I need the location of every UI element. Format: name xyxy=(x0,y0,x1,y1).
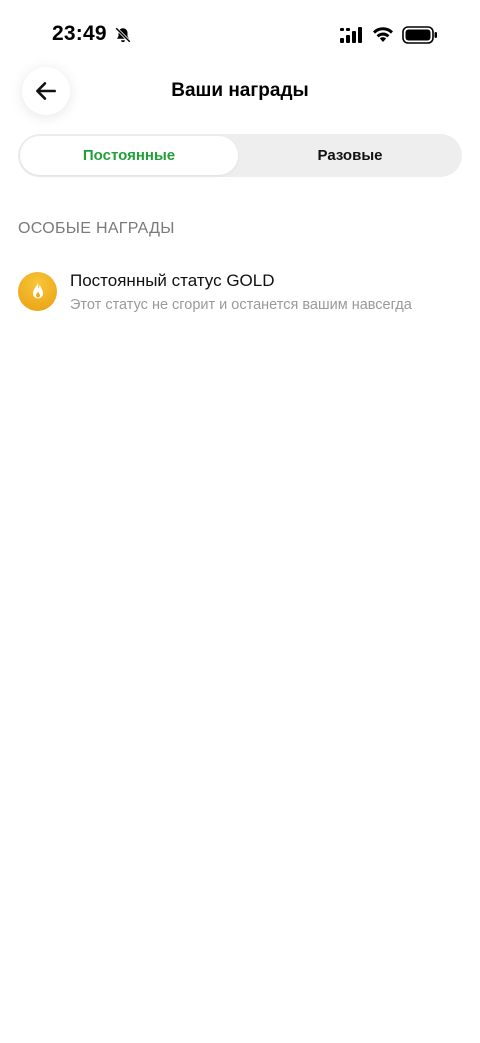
tab-one-time[interactable]: Разовые xyxy=(240,136,460,175)
reward-description: Этот статус не сгорит и останется вашим … xyxy=(70,297,412,313)
tab-permanent[interactable]: Постоянные xyxy=(20,136,238,175)
reward-title: Постоянный статус GOLD xyxy=(70,271,275,290)
page-title: Ваши награды xyxy=(171,80,309,101)
signal-icon xyxy=(340,27,362,43)
wifi-icon xyxy=(373,27,393,42)
bell-slash-icon xyxy=(115,27,131,43)
flame-icon xyxy=(32,281,43,298)
rewards-screen: 23:49 Ваши награды Постоянные Разовые ОС… xyxy=(0,0,480,1043)
status-time: 23:49 xyxy=(52,22,107,45)
status-bar: 23:49 xyxy=(0,0,480,70)
section-title: ОСОБЫЕ НАГРАДЫ xyxy=(18,220,175,237)
reward-item-gold-status[interactable]: Постоянный статус GOLD Этот статус не сг… xyxy=(18,268,468,320)
battery-icon xyxy=(402,26,437,44)
reward-type-tabs: Постоянные Разовые xyxy=(18,134,462,177)
reward-badge xyxy=(18,272,57,311)
